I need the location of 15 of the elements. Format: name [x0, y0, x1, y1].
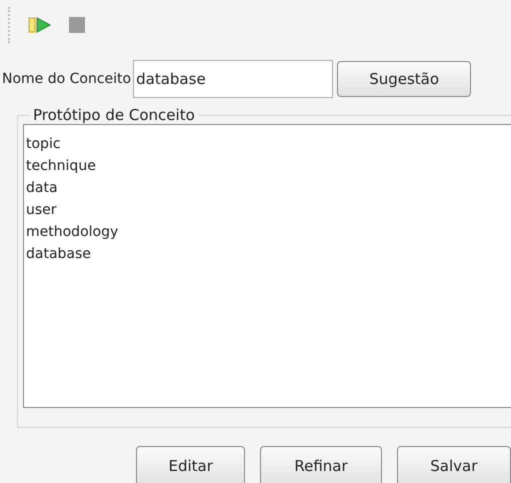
group-title: Protótipo de Conceito [32, 106, 196, 124]
concept-name-field[interactable]: database [133, 60, 334, 98]
concept-name-label: Nome do Conceito [1, 71, 132, 87]
list-item[interactable]: topic [24, 133, 511, 155]
suggestion-button[interactable]: Sugestão [337, 61, 472, 97]
stop-icon[interactable] [68, 16, 86, 34]
list-item[interactable]: data [24, 177, 511, 199]
list-item[interactable]: methodology [24, 221, 511, 243]
list-item[interactable]: user [24, 199, 511, 221]
list-item[interactable]: database [24, 243, 511, 265]
action-button[interactable]: Refinar [260, 446, 382, 483]
action-button[interactable]: Editar [136, 446, 246, 483]
list-item[interactable]: technique [24, 155, 511, 177]
action-button[interactable]: Salvar [396, 446, 511, 483]
run-icon[interactable] [28, 16, 52, 34]
